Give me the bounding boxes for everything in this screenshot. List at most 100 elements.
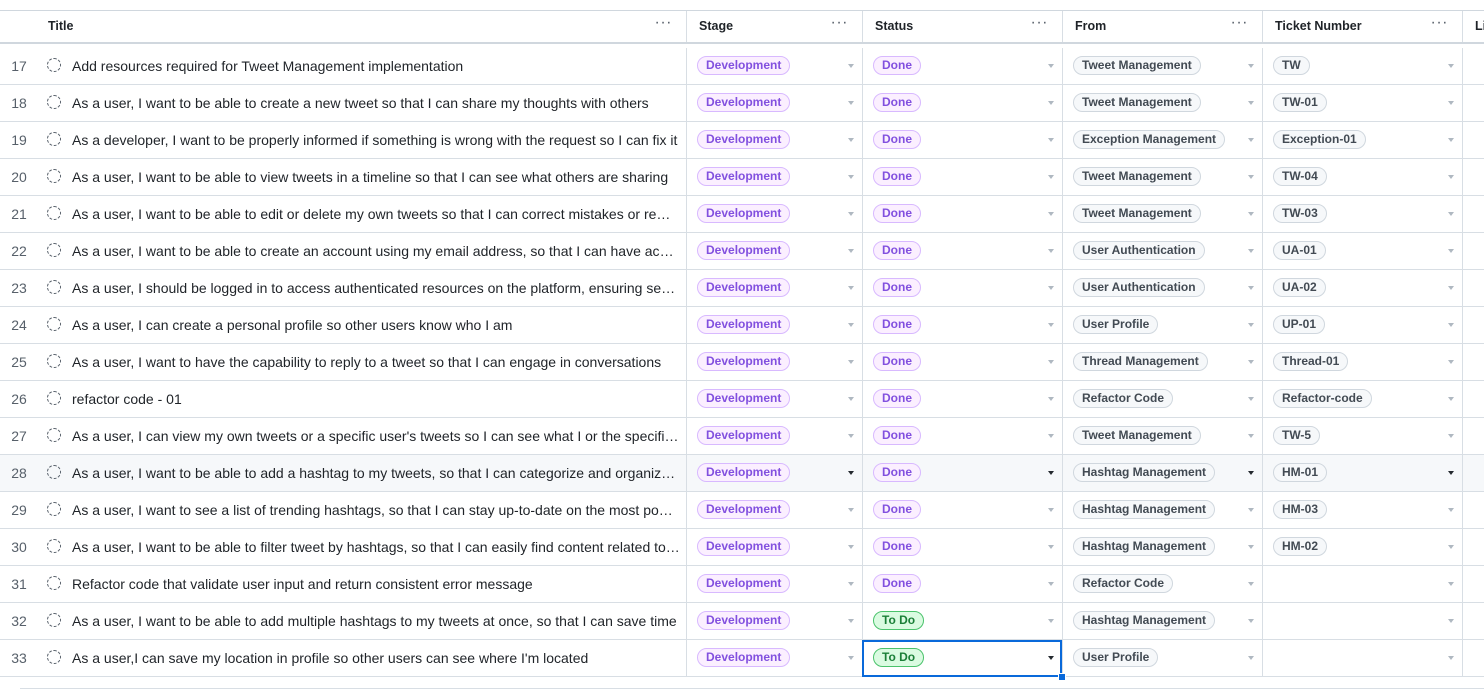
title-cell[interactable]: 25 As a user, I want to have the capabili… <box>0 344 687 380</box>
status-cell[interactable]: Done <box>863 85 1063 121</box>
from-cell[interactable]: Refactor Code <box>1063 381 1263 417</box>
partial-cell[interactable] <box>1463 492 1484 528</box>
from-cell[interactable]: Thread Management <box>1063 344 1263 380</box>
column-menu-icon[interactable]: ··· <box>1231 14 1248 32</box>
item-title-link[interactable]: As a user, I want to be able to create a… <box>72 95 680 111</box>
ticket-number-cell[interactable] <box>1263 566 1463 602</box>
caret-down-icon[interactable] <box>848 64 854 68</box>
title-cell[interactable]: 19 As a developer, I want to be properly … <box>0 122 687 158</box>
ticket-number-cell[interactable]: UP-01 <box>1263 307 1463 343</box>
column-header-status[interactable]: Status ··· <box>863 11 1063 42</box>
from-cell[interactable]: Exception Management <box>1063 122 1263 158</box>
caret-down-icon[interactable] <box>1248 138 1254 142</box>
partial-cell[interactable] <box>1463 603 1484 639</box>
ticket-number-cell[interactable] <box>1263 603 1463 639</box>
partial-cell[interactable] <box>1463 307 1484 343</box>
caret-down-icon[interactable] <box>848 471 854 475</box>
caret-down-icon[interactable] <box>848 249 854 253</box>
from-cell[interactable]: Tweet Management <box>1063 196 1263 232</box>
partial-cell[interactable] <box>1463 566 1484 602</box>
caret-down-icon[interactable] <box>1048 323 1054 327</box>
caret-down-icon[interactable] <box>1248 286 1254 290</box>
caret-down-icon[interactable] <box>1248 656 1254 660</box>
partial-cell[interactable] <box>1463 270 1484 306</box>
caret-down-icon[interactable] <box>1048 138 1054 142</box>
caret-down-icon[interactable] <box>848 138 854 142</box>
caret-down-icon[interactable] <box>1448 582 1454 586</box>
column-menu-icon[interactable]: ··· <box>831 14 848 32</box>
title-cell[interactable]: 26 refactor code - 01 <box>0 381 687 417</box>
caret-down-icon[interactable] <box>1248 397 1254 401</box>
caret-down-icon[interactable] <box>1248 360 1254 364</box>
caret-down-icon[interactable] <box>1248 471 1254 475</box>
stage-cell[interactable]: Development <box>687 122 863 158</box>
partial-cell[interactable] <box>1463 122 1484 158</box>
caret-down-icon[interactable] <box>848 656 854 660</box>
caret-down-icon[interactable] <box>1448 138 1454 142</box>
title-cell[interactable]: 27 As a user, I can view my own tweets or… <box>0 418 687 454</box>
status-cell[interactable]: Done <box>863 455 1063 491</box>
title-cell[interactable]: 22 As a user, I want to be able to create… <box>0 233 687 269</box>
stage-cell[interactable]: Development <box>687 196 863 232</box>
caret-down-icon[interactable] <box>1048 64 1054 68</box>
ticket-number-cell[interactable]: HM-02 <box>1263 529 1463 565</box>
caret-down-icon[interactable] <box>1448 656 1454 660</box>
item-title-link[interactable]: As a user, I want to be able to create a… <box>72 243 680 259</box>
caret-down-icon[interactable] <box>1248 434 1254 438</box>
caret-down-icon[interactable] <box>848 286 854 290</box>
item-title-link[interactable]: As a user, I can view my own tweets or a… <box>72 428 680 444</box>
column-header-title[interactable]: Title ··· <box>0 11 687 42</box>
stage-cell[interactable]: Development <box>687 603 863 639</box>
from-cell[interactable]: User Authentication <box>1063 233 1263 269</box>
caret-down-icon[interactable] <box>848 101 854 105</box>
caret-down-icon[interactable] <box>1048 434 1054 438</box>
column-header-stage[interactable]: Stage ··· <box>687 11 863 42</box>
partial-cell[interactable] <box>1463 233 1484 269</box>
item-title-link[interactable]: As a user, I want to see a list of trend… <box>72 502 680 518</box>
stage-cell[interactable]: Development <box>687 455 863 491</box>
caret-down-icon[interactable] <box>848 175 854 179</box>
caret-down-icon[interactable] <box>1048 656 1054 660</box>
caret-down-icon[interactable] <box>1248 582 1254 586</box>
caret-down-icon[interactable] <box>1248 101 1254 105</box>
from-cell[interactable]: User Profile <box>1063 307 1263 343</box>
partial-cell[interactable] <box>1463 640 1484 676</box>
stage-cell[interactable]: Development <box>687 270 863 306</box>
caret-down-icon[interactable] <box>1448 397 1454 401</box>
partial-cell[interactable] <box>1463 529 1484 565</box>
status-cell[interactable]: Done <box>863 492 1063 528</box>
ticket-number-cell[interactable] <box>1263 640 1463 676</box>
from-cell[interactable]: Hashtag Management <box>1063 455 1263 491</box>
caret-down-icon[interactable] <box>1248 619 1254 623</box>
ticket-number-cell[interactable]: TW <box>1263 48 1463 84</box>
status-cell[interactable]: Done <box>863 196 1063 232</box>
caret-down-icon[interactable] <box>1048 397 1054 401</box>
item-title-link[interactable]: refactor code - 01 <box>72 391 680 407</box>
caret-down-icon[interactable] <box>1248 175 1254 179</box>
partial-cell[interactable] <box>1463 344 1484 380</box>
from-cell[interactable]: User Authentication <box>1063 270 1263 306</box>
title-cell[interactable]: 29 As a user, I want to see a list of tre… <box>0 492 687 528</box>
caret-down-icon[interactable] <box>1448 64 1454 68</box>
from-cell[interactable]: Refactor Code <box>1063 566 1263 602</box>
stage-cell[interactable]: Development <box>687 233 863 269</box>
caret-down-icon[interactable] <box>848 360 854 364</box>
item-title-link[interactable]: Refactor code that validate user input a… <box>72 576 680 592</box>
ticket-number-cell[interactable]: Thread-01 <box>1263 344 1463 380</box>
caret-down-icon[interactable] <box>848 212 854 216</box>
item-title-link[interactable]: As a user, I want to be able to add mult… <box>72 613 680 629</box>
ticket-number-cell[interactable]: Refactor-code <box>1263 381 1463 417</box>
column-menu-icon[interactable]: ··· <box>1031 14 1048 32</box>
title-cell[interactable]: 21 As a user, I want to be able to edit o… <box>0 196 687 232</box>
status-cell[interactable]: To Do <box>863 603 1063 639</box>
from-cell[interactable]: Hashtag Management <box>1063 529 1263 565</box>
status-cell[interactable]: Done <box>863 344 1063 380</box>
status-cell[interactable]: Done <box>863 270 1063 306</box>
item-title-link[interactable]: As a user, I should be logged in to acce… <box>72 280 680 296</box>
ticket-number-cell[interactable]: TW-5 <box>1263 418 1463 454</box>
ticket-number-cell[interactable]: TW-03 <box>1263 196 1463 232</box>
stage-cell[interactable]: Development <box>687 307 863 343</box>
item-title-link[interactable]: As a user, I want to be able to filter t… <box>72 539 680 555</box>
caret-down-icon[interactable] <box>1448 545 1454 549</box>
item-title-link[interactable]: As a user, I want to be able to view twe… <box>72 169 680 185</box>
